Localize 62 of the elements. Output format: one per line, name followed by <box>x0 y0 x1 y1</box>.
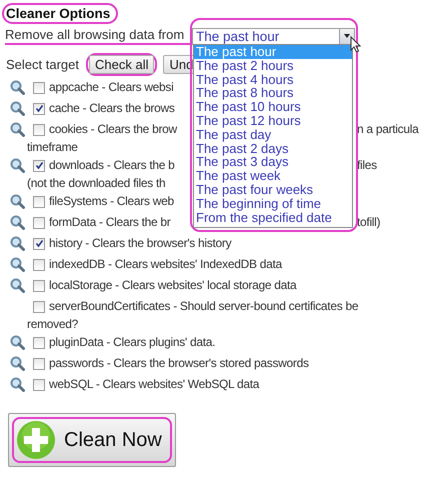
search-icon[interactable] <box>10 101 25 116</box>
plus-icon <box>16 420 56 460</box>
target-description: removed? <box>27 317 78 332</box>
search-icon[interactable] <box>10 377 25 392</box>
search-icon[interactable] <box>10 215 25 230</box>
dropdown-option[interactable]: The past 2 days <box>194 142 352 156</box>
target-description: webSQL - Clears websites' WebSQL data <box>49 376 260 393</box>
target-description: formData - Clears the br <box>49 214 171 231</box>
target-description: tofill) <box>357 214 380 231</box>
checkbox[interactable] <box>33 196 45 208</box>
dropdown-option[interactable]: The beginning of time <box>194 196 352 211</box>
target-description: n a particula <box>357 121 418 138</box>
dropdown-option[interactable]: The past 4 hours <box>194 72 352 86</box>
target-description: appcache - Clears websi <box>49 79 174 96</box>
dropdown-option[interactable]: The past 8 hours <box>194 86 352 100</box>
checkbox[interactable] <box>33 336 45 348</box>
target-description: pluginData - Clears plugins' data. <box>49 334 216 351</box>
target-description: cookies - Clears the brow <box>49 121 177 138</box>
target-description: passwords - Clears the browser's stored passwords <box>49 355 309 372</box>
checkbox[interactable] <box>33 280 45 292</box>
search-icon[interactable] <box>10 236 25 251</box>
target-description: fileSystems - Clears web <box>49 193 174 210</box>
checkbox[interactable] <box>33 160 45 172</box>
dropdown-option[interactable]: The past day <box>194 128 352 142</box>
checkbox[interactable] <box>33 216 45 228</box>
search-icon[interactable] <box>10 335 25 350</box>
checkbox[interactable] <box>33 82 45 94</box>
dropdown-option[interactable]: The past 12 hours <box>194 114 352 128</box>
target-description: serverBoundCertificates - Should server-bound certificates be <box>49 298 358 315</box>
section-title: Cleaner Options <box>6 6 110 21</box>
dropdown-option[interactable]: The past 10 hours <box>194 100 352 114</box>
target-description: timeframe <box>27 140 78 155</box>
checkbox[interactable] <box>33 378 45 390</box>
dropdown-option[interactable]: The past four weeks <box>194 182 352 197</box>
search-icon[interactable] <box>10 122 25 137</box>
checkbox[interactable] <box>33 102 45 114</box>
dropdown-option[interactable]: From the specified date <box>194 210 352 224</box>
checkbox[interactable] <box>33 258 45 270</box>
target-description: files <box>357 157 377 174</box>
dropdown-option[interactable]: The past 3 days <box>194 155 352 170</box>
target-description: (not the downloaded files th <box>27 176 166 191</box>
search-icon[interactable] <box>10 80 25 95</box>
check-all-button[interactable]: Check all <box>89 54 154 74</box>
target-description: history - Clears the browser's history <box>49 235 232 252</box>
checkbox[interactable] <box>33 358 45 370</box>
checkbox[interactable] <box>33 238 45 250</box>
caret-icon <box>344 34 350 38</box>
checkbox[interactable] <box>33 300 45 312</box>
target-description: downloads - Clears the b <box>49 157 175 174</box>
target-description: localStorage - Clears websites' local storage data <box>49 277 296 294</box>
search-icon[interactable] <box>10 257 25 272</box>
clean-now-button[interactable]: Clean Now <box>8 413 176 467</box>
search-icon[interactable] <box>10 278 25 293</box>
search-icon[interactable] <box>10 158 25 173</box>
target-description: cache - Clears the brows <box>49 100 175 117</box>
dropdown-option[interactable]: The past week <box>194 169 352 183</box>
select-target-label: Select target <box>6 56 79 72</box>
search-icon[interactable] <box>10 356 25 371</box>
checkbox[interactable] <box>33 124 45 136</box>
target-description: indexedDB - Clears websites' IndexedDB data <box>49 256 282 273</box>
search-icon[interactable] <box>10 194 25 209</box>
range-label: Remove all browsing data from <box>5 27 190 45</box>
